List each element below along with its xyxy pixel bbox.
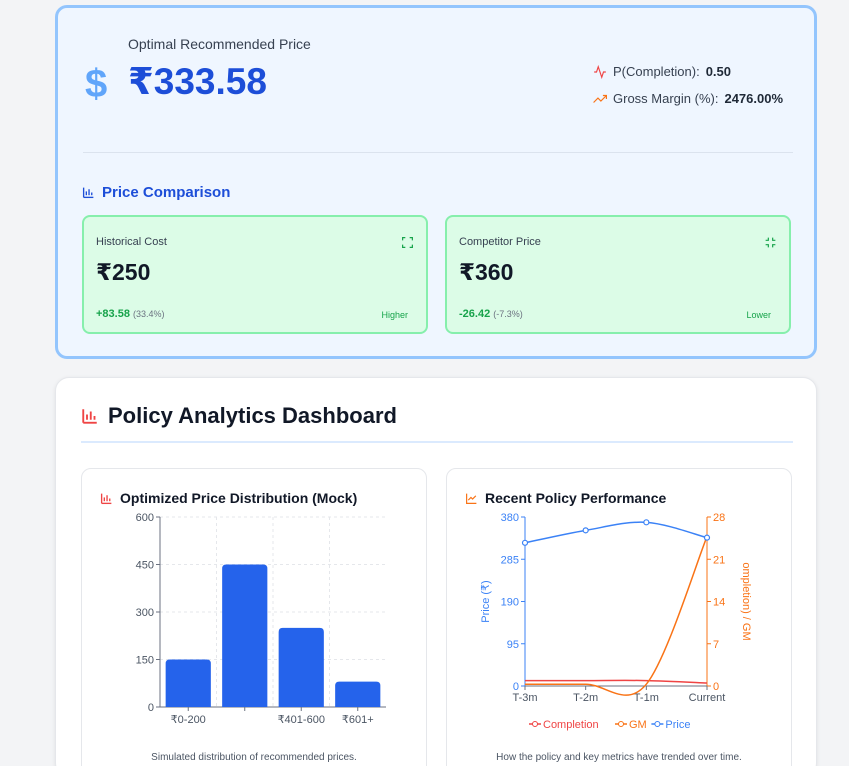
bar <box>222 564 268 707</box>
x-tick-label: ₹401-600 <box>278 714 325 726</box>
competitor-price-diff: -26.42 (-7.3%) <box>459 308 523 320</box>
historical-cost-card: Historical Cost ₹250 +83.58 (33.4%) High… <box>82 215 428 334</box>
analytics-dashboard-card: Policy Analytics Dashboard Optimized Pri… <box>55 377 817 766</box>
completion-value: 0.50 <box>705 64 732 79</box>
performance-title: Recent Policy Performance <box>465 490 666 506</box>
dashboard-title: Policy Analytics Dashboard <box>81 403 397 429</box>
x-tick-label: T-1m <box>634 692 659 704</box>
bar <box>165 659 211 707</box>
bar-chart-icon <box>82 409 97 424</box>
legend-completion-marker <box>532 721 538 727</box>
performance-title-text: Recent Policy Performance <box>485 490 667 506</box>
y-right-axis-label: ompletion) / GM <box>740 562 752 640</box>
y-tick-label: 450 <box>136 560 154 572</box>
legend-price-label: Price <box>665 719 690 731</box>
activity-icon <box>594 64 606 79</box>
y-tick-label: 0 <box>148 702 154 714</box>
completion-label: P(Completion): <box>613 64 700 79</box>
historical-cost-value: ₹250 <box>96 259 151 285</box>
bar-chart-icon <box>82 187 94 199</box>
x-tick-label: ₹601+ <box>342 714 374 726</box>
historical-diff-percent: (33.4%) <box>133 309 165 319</box>
legend-completion-label: Completion <box>543 719 599 731</box>
historical-diff-value: +83.58 <box>96 308 130 320</box>
competitor-diff-percent: (-7.3%) <box>493 309 523 319</box>
x-tick-label: Current <box>689 692 726 704</box>
completion-metric: P(Completion): 0.50 <box>593 64 731 79</box>
x-tick-label: ₹0-200 <box>171 714 206 726</box>
gross-margin-value: 2476.00% <box>724 91 784 106</box>
x-tick-label: T-2m <box>573 692 598 704</box>
divider <box>83 152 793 153</box>
bar-chart-icon <box>100 493 112 504</box>
competitor-price-card: Competitor Price ₹360 -26.42 (-7.3%) Low… <box>445 215 791 334</box>
dollar-icon: $ <box>85 62 108 106</box>
distribution-title: Optimized Price Distribution (Mock) <box>100 490 357 506</box>
bar <box>335 681 381 707</box>
price-comparison-title: Price Comparison <box>82 184 230 201</box>
competitor-diff-value: -26.42 <box>459 308 491 320</box>
dashboard-divider <box>81 441 793 443</box>
y-right-tick-label: 7 <box>713 639 719 651</box>
gross-margin-label: Gross Margin (%): <box>613 91 719 106</box>
y-right-tick-label: 28 <box>713 512 725 524</box>
price-point <box>703 534 711 541</box>
y-left-tick-label: 190 <box>501 597 519 609</box>
performance-caption: How the policy and key metrics have tren… <box>496 752 742 763</box>
price-point <box>521 539 529 546</box>
legend-gm-marker <box>618 721 624 727</box>
legend-gm-label: GM <box>629 719 647 731</box>
policy-performance-card: Recent Policy Performance 0 95 190 285 380 0 7… <box>446 468 792 766</box>
y-left-tick-label: 285 <box>501 554 519 566</box>
price-point <box>643 519 650 526</box>
y-right-tick-label: 14 <box>713 597 725 609</box>
bar <box>278 627 324 707</box>
y-left-tick-label: 380 <box>501 512 519 524</box>
historical-cost-label: Historical Cost <box>96 236 167 248</box>
y-tick-label: 300 <box>136 607 154 619</box>
distribution-title-text: Optimized Price Distribution (Mock) <box>120 490 358 506</box>
y-left-tick-label: 95 <box>507 639 519 651</box>
y-tick-label: 150 <box>136 655 154 667</box>
y-right-tick-label: 21 <box>713 554 725 566</box>
gross-margin-metric: Gross Margin (%): 2476.00% <box>593 91 783 106</box>
price-card: Optimal Recommended Price $ ₹333.58 P(Co… <box>55 5 817 359</box>
historical-cost-diff: +83.58 (33.4%) <box>96 308 165 320</box>
legend-price-marker <box>654 721 661 727</box>
trending-up-icon <box>593 94 607 103</box>
competitor-price-status: Lower <box>746 310 771 320</box>
price-point <box>582 527 589 534</box>
optimal-price-label: Optimal Recommended Price <box>128 36 311 52</box>
gm-line <box>525 536 708 696</box>
y-left-axis-label: Price (₹) <box>480 580 492 622</box>
price-distribution-chart: 0 150 300 450 600 ₹0-200 ₹401-600 ₹601+ <box>136 512 386 726</box>
completion-line <box>525 679 708 684</box>
price-comparison-label: Price Comparison <box>102 184 231 201</box>
price-line <box>524 521 708 544</box>
optimal-price-value: ₹333.58 <box>128 61 267 102</box>
shrink-icon <box>765 237 776 248</box>
policy-performance-chart: 09519028538007142128T-3m T-2m T-1m CurrentP… <box>480 512 752 731</box>
expand-icon <box>402 237 413 248</box>
x-tick-label: T-3m <box>512 692 537 704</box>
historical-cost-status: Higher <box>381 310 408 320</box>
distribution-caption: Simulated distribution of recommended pr… <box>151 752 357 763</box>
competitor-price-label: Competitor Price <box>459 236 541 248</box>
dashboard-title-text: Policy Analytics Dashboard <box>108 403 397 428</box>
price-distribution-card: Optimized Price Distribution (Mock) 0 150… <box>81 468 427 766</box>
trending-up-icon <box>466 493 477 504</box>
y-tick-label: 600 <box>136 512 154 524</box>
competitor-price-value: ₹360 <box>459 259 514 285</box>
